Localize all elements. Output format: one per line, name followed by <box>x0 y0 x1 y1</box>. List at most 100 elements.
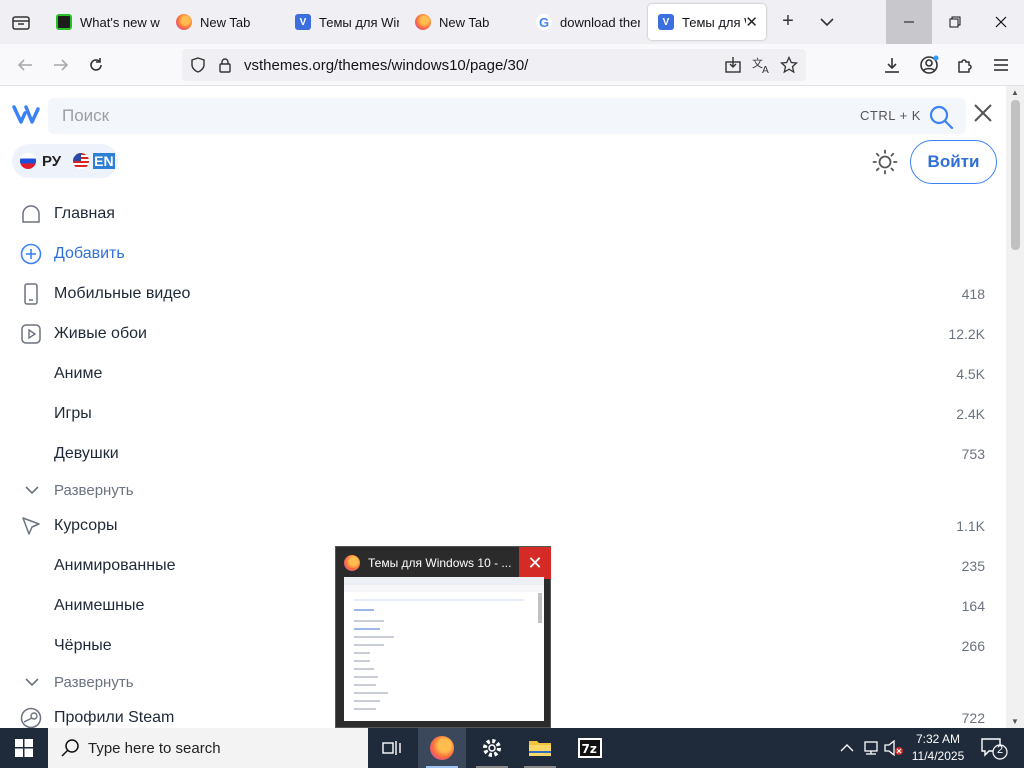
forward-button[interactable] <box>48 52 74 78</box>
preview-title: Темы для Windows 10 - ... <box>344 555 511 571</box>
lock-icon <box>219 58 231 73</box>
account-icon <box>920 55 939 74</box>
browser-tab[interactable]: New Tab <box>405 4 523 40</box>
notification-center-button[interactable]: 2 <box>980 736 1008 760</box>
browser-tab-active[interactable]: V Темы для W ✕ <box>648 4 766 40</box>
taskbar-file-explorer[interactable] <box>516 728 564 768</box>
menu-expand-button[interactable]: Развернуть <box>0 474 1006 506</box>
lang-en-label[interactable]: EN <box>93 153 115 169</box>
preview-line <box>354 668 374 670</box>
preview-navbar <box>344 585 544 592</box>
video-icon <box>21 324 41 344</box>
scroll-down-icon[interactable]: ▼ <box>1011 717 1019 726</box>
scroll-up-icon[interactable]: ▲ <box>1011 88 1019 97</box>
menu-count: 12.2K <box>948 326 985 342</box>
gear-icon <box>483 739 501 757</box>
language-switcher[interactable]: РУ EN <box>12 144 118 178</box>
menu-item-cursors[interactable]: Курсоры 1.1K <box>0 506 1006 546</box>
menu-count: 753 <box>961 446 985 462</box>
scroll-thumb[interactable] <box>1011 100 1020 250</box>
windows-taskbar: Type here to search 7z 7:32 AM 11/4/2025… <box>0 728 1024 768</box>
preview-line <box>354 620 384 622</box>
preview-scrollbar <box>538 593 542 623</box>
menu-label: Игры <box>54 405 92 422</box>
menu-item-home[interactable]: Главная <box>0 194 1006 234</box>
download-icon <box>885 58 899 73</box>
tray-overflow-button[interactable] <box>836 728 858 768</box>
browser-tab-strip: What's new w New Tab V Темы для Win New … <box>0 0 1024 44</box>
close-icon <box>995 16 1007 28</box>
menu-label: Курсоры <box>54 517 118 534</box>
start-button[interactable] <box>0 728 48 768</box>
menu-item-girls[interactable]: Девушки 753 <box>0 434 1006 474</box>
reload-button[interactable] <box>83 52 109 78</box>
login-button[interactable]: Войти <box>910 140 997 184</box>
close-window-button[interactable] <box>978 0 1024 44</box>
tab-close-icon[interactable]: ✕ <box>745 13 758 31</box>
address-bar[interactable]: vsthemes.org/themes/windows10/page/30/ 文… <box>182 49 806 81</box>
menu-label: Девушки <box>54 445 119 462</box>
reload-icon <box>90 58 102 71</box>
menu-item-add[interactable]: Добавить <box>0 234 1006 274</box>
tab-label: download ther <box>560 14 640 30</box>
vsthemes-icon: V <box>295 14 311 30</box>
taskbar-firefox[interactable] <box>418 728 466 768</box>
preview-line <box>354 708 376 710</box>
site-search-input[interactable] <box>62 106 762 126</box>
tab-overflow-button[interactable] <box>815 10 839 34</box>
taskbar-7zip[interactable]: 7z <box>566 728 614 768</box>
menu-item-games[interactable]: Игры 2.4K <box>0 394 1006 434</box>
menu-label: Профили Steam <box>54 709 175 726</box>
menu-label: Живые обои <box>54 325 147 342</box>
browser-tab[interactable]: New Tab <box>166 4 284 40</box>
lang-ru-label[interactable]: РУ <box>42 153 61 170</box>
bookmark-star-icon[interactable] <box>780 56 798 74</box>
menu-item-mobile-videos[interactable]: Мобильные видео 418 <box>0 274 1006 314</box>
menu-item-anime[interactable]: Аниме 4.5K <box>0 354 1006 394</box>
tab-label: What's new w <box>80 14 160 30</box>
back-button[interactable] <box>12 52 38 78</box>
tab-list-icon <box>12 16 30 30</box>
tab-list-button[interactable] <box>0 0 42 44</box>
search-icon[interactable] <box>928 104 954 130</box>
menu-button[interactable] <box>988 52 1014 78</box>
downloads-button[interactable] <box>879 52 905 78</box>
taskbar-settings[interactable] <box>468 728 516 768</box>
taskbar-search-label: Type here to search <box>88 739 221 757</box>
browser-tab[interactable]: V Темы для Win <box>285 4 403 40</box>
translate-icon[interactable]: 文A <box>752 56 772 74</box>
browser-tab[interactable]: G download ther <box>526 4 644 40</box>
menu-count: 4.5K <box>956 366 985 382</box>
preview-close-button[interactable]: ✕ <box>519 547 551 579</box>
menu-count: 2.4K <box>956 406 985 422</box>
network-button[interactable] <box>860 728 882 768</box>
close-icon[interactable] <box>974 104 992 122</box>
shield-icon <box>191 57 205 73</box>
menu-item-live-wallpapers[interactable]: Живые обои 12.2K <box>0 314 1006 354</box>
seven-zip-icon: 7z <box>578 738 602 758</box>
green-terminal-icon <box>56 14 72 30</box>
page-scrollbar[interactable]: ▲ ▼ <box>1006 86 1024 728</box>
firefox-icon <box>415 14 431 30</box>
url-text: vsthemes.org/themes/windows10/page/30/ <box>244 57 529 74</box>
system-clock[interactable]: 7:32 AM 11/4/2025 <box>904 731 972 765</box>
task-view-button[interactable] <box>368 728 416 768</box>
taskbar-window-preview[interactable]: Темы для Windows 10 - ... ✕ <box>335 546 551 728</box>
preview-tabstrip <box>344 577 544 585</box>
volume-button[interactable] <box>883 728 905 768</box>
browser-tab[interactable]: What's new w <box>46 4 164 40</box>
sun-icon[interactable] <box>872 149 898 175</box>
google-icon: G <box>536 14 552 30</box>
minimize-button[interactable] <box>886 0 932 44</box>
firefox-icon <box>430 736 454 760</box>
preview-line <box>354 676 378 678</box>
preview-image <box>344 577 544 721</box>
account-button[interactable] <box>916 52 942 78</box>
preview-line <box>354 628 380 630</box>
new-tab-button[interactable]: + <box>776 10 800 34</box>
extensions-button[interactable] <box>952 52 978 78</box>
taskbar-search-box[interactable]: Type here to search <box>48 728 368 768</box>
vsthemes-logo-icon[interactable] <box>12 102 40 130</box>
restore-button[interactable] <box>932 0 978 44</box>
download-page-icon[interactable] <box>724 56 742 74</box>
